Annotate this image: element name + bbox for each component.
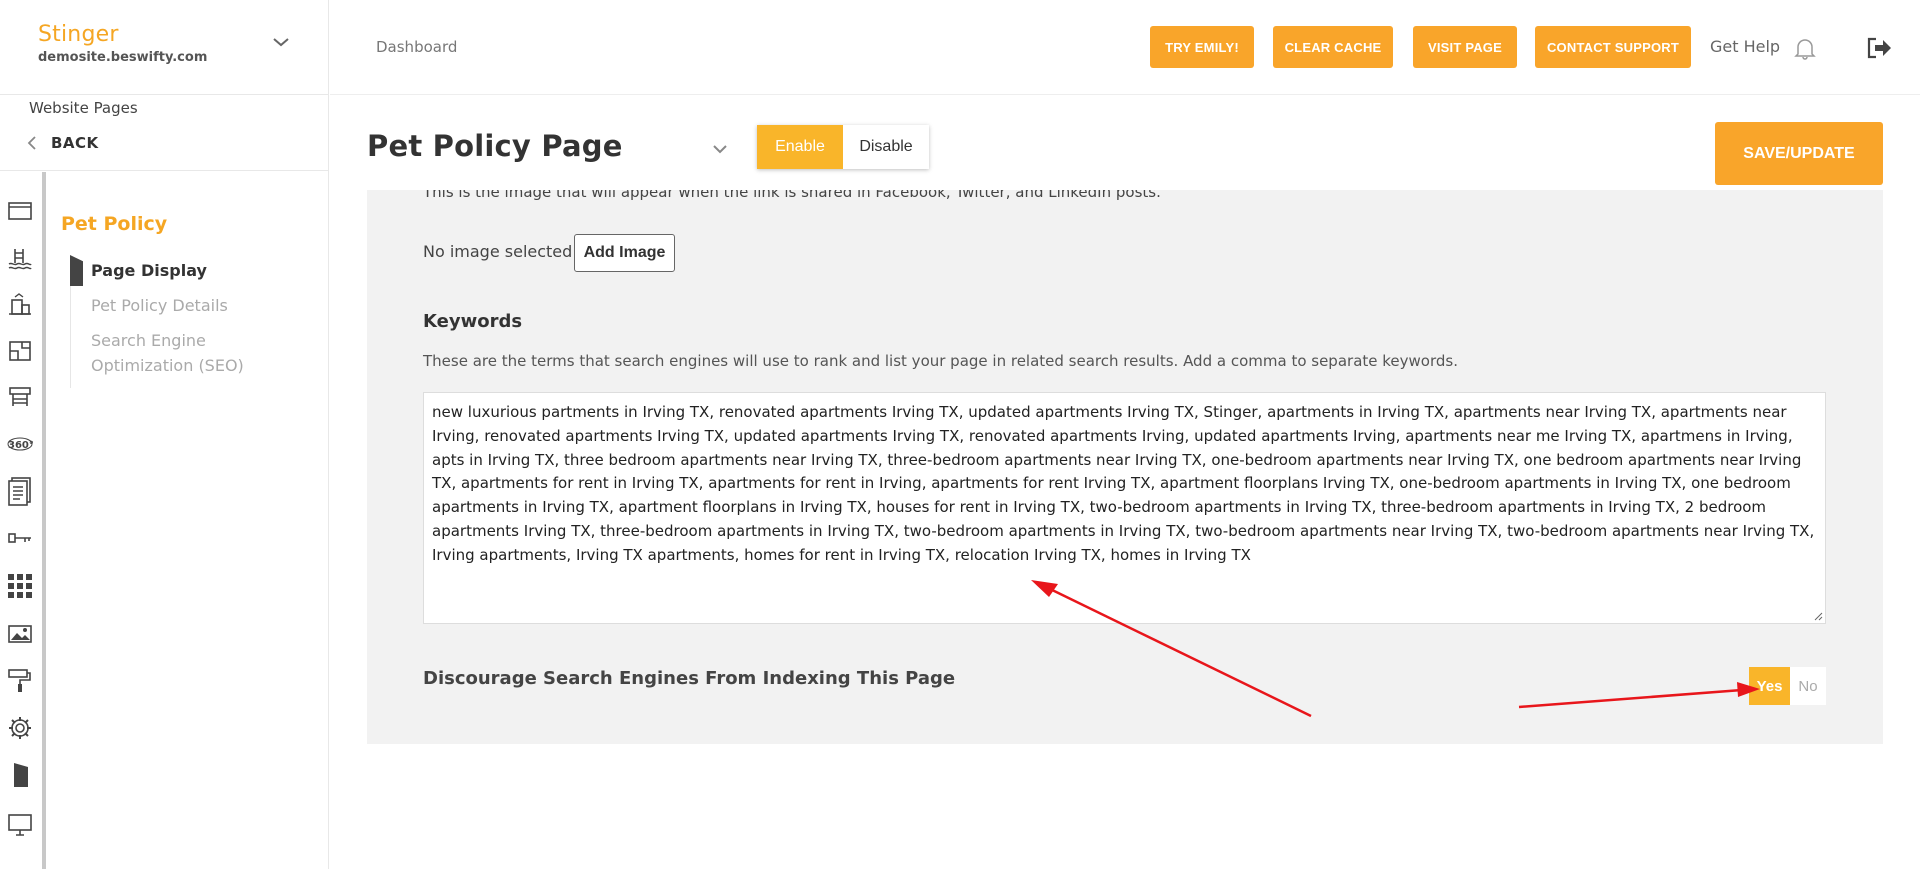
pool-icon[interactable] — [7, 245, 33, 271]
yes-button[interactable]: Yes — [1749, 667, 1790, 705]
document-icon[interactable] — [7, 476, 33, 506]
paint-roller-icon[interactable] — [7, 668, 33, 694]
back-button[interactable]: BACK — [27, 134, 99, 152]
page-status-toggle: Enable Disable — [757, 125, 929, 169]
settings-gear-icon[interactable] — [7, 715, 33, 741]
chevron-left-icon — [27, 136, 36, 150]
discourage-indexing-toggle: Yes No — [1749, 667, 1826, 705]
breadcrumb[interactable]: Dashboard — [376, 38, 457, 56]
subnav-item-seo[interactable]: Search Engine Optimization (SEO) — [71, 328, 310, 378]
try-emily-button[interactable]: TRY EMILY! — [1150, 26, 1254, 68]
section-label: Website Pages — [29, 99, 138, 117]
amenities-icon[interactable] — [7, 384, 33, 410]
chevron-down-icon[interactable] — [712, 144, 728, 154]
building-icon[interactable] — [7, 292, 33, 318]
site-domain: demosite.beswifty.com — [38, 50, 208, 65]
keywords-label: Keywords — [423, 311, 523, 332]
add-image-button[interactable]: Add Image — [574, 234, 675, 272]
floorplan-icon[interactable] — [7, 338, 33, 364]
contact-support-button[interactable]: CONTACT SUPPORT — [1535, 26, 1691, 68]
share-image-help: This is the image that will appear when … — [423, 190, 1161, 201]
clear-cache-button[interactable]: CLEAR CACHE — [1273, 26, 1393, 68]
grid-apps-icon[interactable] — [7, 573, 33, 599]
site-name: Stinger — [38, 22, 119, 47]
enable-button[interactable]: Enable — [757, 125, 843, 169]
no-image-text: No image selected — [423, 242, 573, 261]
subnav-title: Pet Policy — [61, 213, 168, 235]
left-panel: Stinger demosite.beswifty.com Website Pa… — [0, 0, 329, 869]
page-title: Pet Policy Page — [367, 129, 623, 163]
key-icon[interactable] — [7, 525, 33, 551]
subnav-list: Page Display Pet Policy Details Search E… — [70, 258, 310, 388]
resize-handle-icon[interactable] — [1813, 611, 1823, 621]
bell-icon[interactable] — [1794, 36, 1816, 60]
icon-rail: 360° — [0, 172, 46, 869]
flag-icon[interactable] — [7, 762, 33, 788]
save-update-button[interactable]: SAVE/UPDATE — [1715, 122, 1883, 185]
seo-panel[interactable]: This is the image that will appear when … — [367, 190, 1883, 744]
top-bar: Dashboard TRY EMILY! CLEAR CACHE VISIT P… — [330, 0, 1920, 95]
chevron-down-icon[interactable] — [272, 36, 290, 48]
keywords-help: These are the terms that search engines … — [423, 352, 1458, 370]
subnav-item-pet-policy-details[interactable]: Pet Policy Details — [71, 293, 310, 318]
keywords-value: new luxurious partments in Irving TX, re… — [432, 403, 1815, 564]
disable-button[interactable]: Disable — [843, 125, 929, 169]
rail-scrollbar[interactable] — [42, 172, 46, 869]
no-button[interactable]: No — [1790, 667, 1826, 705]
visit-page-button[interactable]: VISIT PAGE — [1413, 26, 1517, 68]
get-help-link[interactable]: Get Help — [1710, 37, 1780, 56]
gallery-image-icon[interactable] — [7, 621, 33, 647]
keywords-textarea[interactable]: new luxurious partments in Irving TX, re… — [423, 392, 1826, 624]
divider — [0, 170, 329, 171]
back-label: BACK — [51, 134, 99, 152]
svg-text:360°: 360° — [8, 440, 33, 451]
360-tour-icon[interactable]: 360° — [7, 430, 33, 456]
site-switcher[interactable]: Stinger demosite.beswifty.com — [38, 22, 207, 65]
subnav-item-page-display[interactable]: Page Display — [71, 258, 310, 283]
browser-window-icon[interactable] — [7, 198, 33, 224]
divider — [0, 94, 329, 95]
logout-icon[interactable] — [1866, 36, 1892, 60]
monitor-icon[interactable] — [7, 812, 33, 838]
discourage-indexing-label: Discourage Search Engines From Indexing … — [423, 668, 956, 689]
